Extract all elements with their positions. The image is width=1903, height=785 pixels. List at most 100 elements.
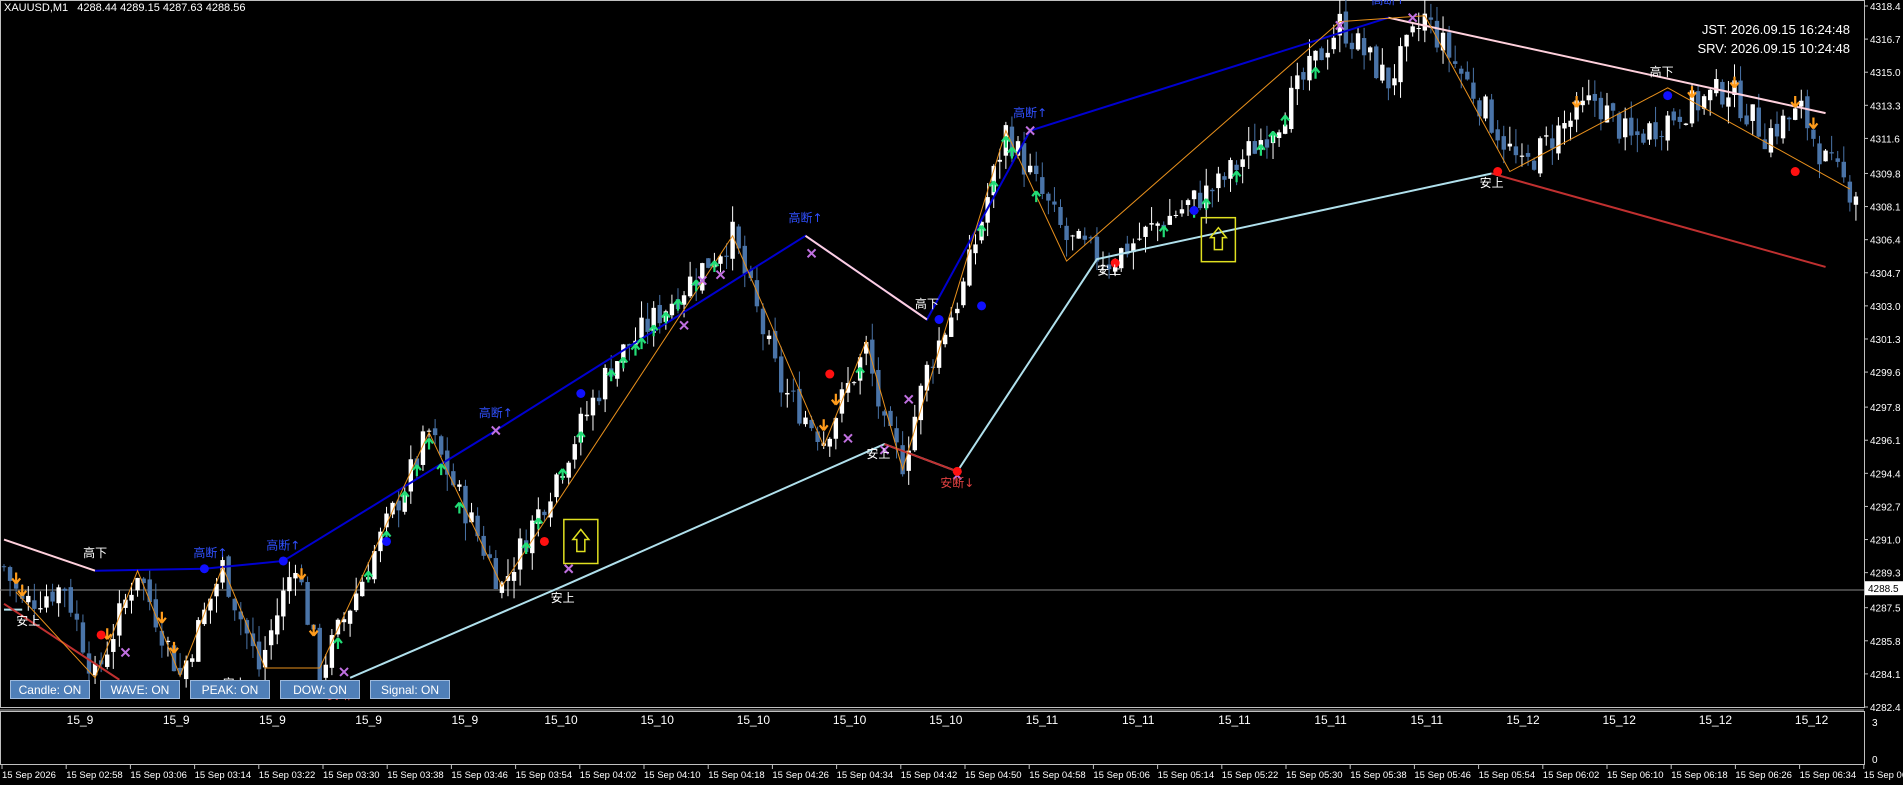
candle-body [208,598,213,611]
sell-arrow-icon [818,419,829,431]
y-tick-label: 4311.6 [1870,134,1900,145]
price-chart[interactable]: 4318.4 4316.7 4315.0 4313.3 4311.6 4309.8 4308… [0,0,1903,785]
candle-body [1386,67,1391,89]
high_trend-line [95,16,1389,572]
buy-arrow-icon [363,570,374,583]
candle-body [1149,223,1154,225]
buy-arrow-icon [424,437,434,450]
down_line-line [1491,172,1826,268]
candle-body [1738,80,1743,119]
candle-body [1471,82,1476,99]
peak-toggle-button[interactable]: PEAK: ON [190,680,270,699]
candle-body [1173,214,1179,216]
high-point-dot [1189,205,1199,215]
buy-arrow-icon [1268,130,1278,143]
buy-arrow-icon [1280,114,1291,127]
candle-body [791,390,796,392]
session-label: 15_9 [259,713,286,727]
wave-annotation-label: 高断↑ [788,210,822,225]
session-label: 15_10 [641,713,675,727]
candle-body [645,318,650,332]
time-label: 15 Sep 06:02 [1543,770,1600,781]
signal-toggle-button[interactable]: Signal: ON [370,680,450,699]
buy-arrow-icon [606,369,617,382]
candle-body [1586,95,1591,101]
y-tick-label: 4315.0 [1870,68,1901,79]
candle-body [961,281,966,306]
candle-body [1264,139,1270,148]
time-label: 15 Sep 2026 [2,770,56,781]
candle-body [1683,123,1689,125]
candle-body [1744,115,1749,125]
candle-body [590,397,596,416]
candle-body [1361,38,1367,56]
buy-arrow-icon [1158,225,1169,238]
session-label: 15_9 [355,713,382,727]
candle-body [153,599,158,628]
y-tick-label: 4285.8 [1870,637,1901,648]
candle-body [1550,138,1555,149]
candle-body [74,613,80,620]
candle-body [706,258,711,268]
candle-body [615,361,620,379]
candle-body [511,571,517,581]
wave-annotation-label: 安上 [866,446,890,461]
y-tick-label: 4301.3 [1870,335,1901,346]
candle-body [700,263,705,291]
candle-body [432,428,438,436]
buy-arrow-icon [1256,144,1266,156]
candle-body [1726,97,1731,107]
high-point-dot [382,536,392,546]
candle-body [760,308,766,335]
time-label: 15 Sep 06:26 [1735,770,1792,781]
candle-body [1562,123,1567,129]
wave-annotation-label: 安上 [16,613,40,628]
buy-arrow-icon [1231,170,1242,183]
candle-body [1240,159,1245,167]
candle-body [785,392,790,395]
wave-annotation-label: 高下 [915,296,939,311]
wave-annotation-label: 安上 [551,590,575,605]
candle-body [1653,122,1658,140]
candle-toggle-button[interactable]: Candle: ON [10,680,90,699]
time-label: 15 Sep 03:54 [516,770,573,781]
candle-body [1040,177,1045,194]
time-label: 15 Sep 05:54 [1479,770,1536,781]
candle-body [681,295,687,305]
candle-body [1301,72,1306,80]
candle-body [1629,117,1634,136]
wave-toggle-button[interactable]: WAVE: ON [100,680,180,699]
candle-body [602,367,608,400]
candle-body [851,382,857,384]
buy-arrow-icon [533,517,544,530]
candle-body [56,587,61,604]
candle-body [1446,32,1452,58]
candle-body [360,581,365,597]
dow-toggle-button[interactable]: DOW: ON [280,680,360,699]
session-label: 15_11 [1314,713,1347,727]
candle-body [1143,226,1148,237]
sell-arrow-icon [11,572,22,585]
candle-body [779,356,784,393]
candle-body [1695,91,1701,111]
wave-annotation-label: 高断↑ [479,405,513,420]
sell-arrow-icon [308,624,319,637]
candle-body [481,535,486,556]
buy-arrow-icon [412,464,422,477]
sell-arrow-icon [1729,76,1740,89]
candle-body [475,515,480,537]
buy-arrow-icon [399,490,410,503]
candle-body [1374,46,1379,79]
sell-arrow-icon [296,568,307,580]
session-label: 15_9 [451,713,478,727]
session-label: 15_11 [1411,713,1444,727]
candle-body [329,635,335,668]
down_line-line [884,443,958,473]
candle-body [1786,117,1792,120]
candle-body [190,658,195,662]
wave-annotation-label: 安断↓ [940,475,974,490]
candle-body [1853,196,1859,205]
session-label: 15_12 [1795,713,1829,727]
signal-box [1200,216,1237,263]
candle-body [1841,161,1846,178]
